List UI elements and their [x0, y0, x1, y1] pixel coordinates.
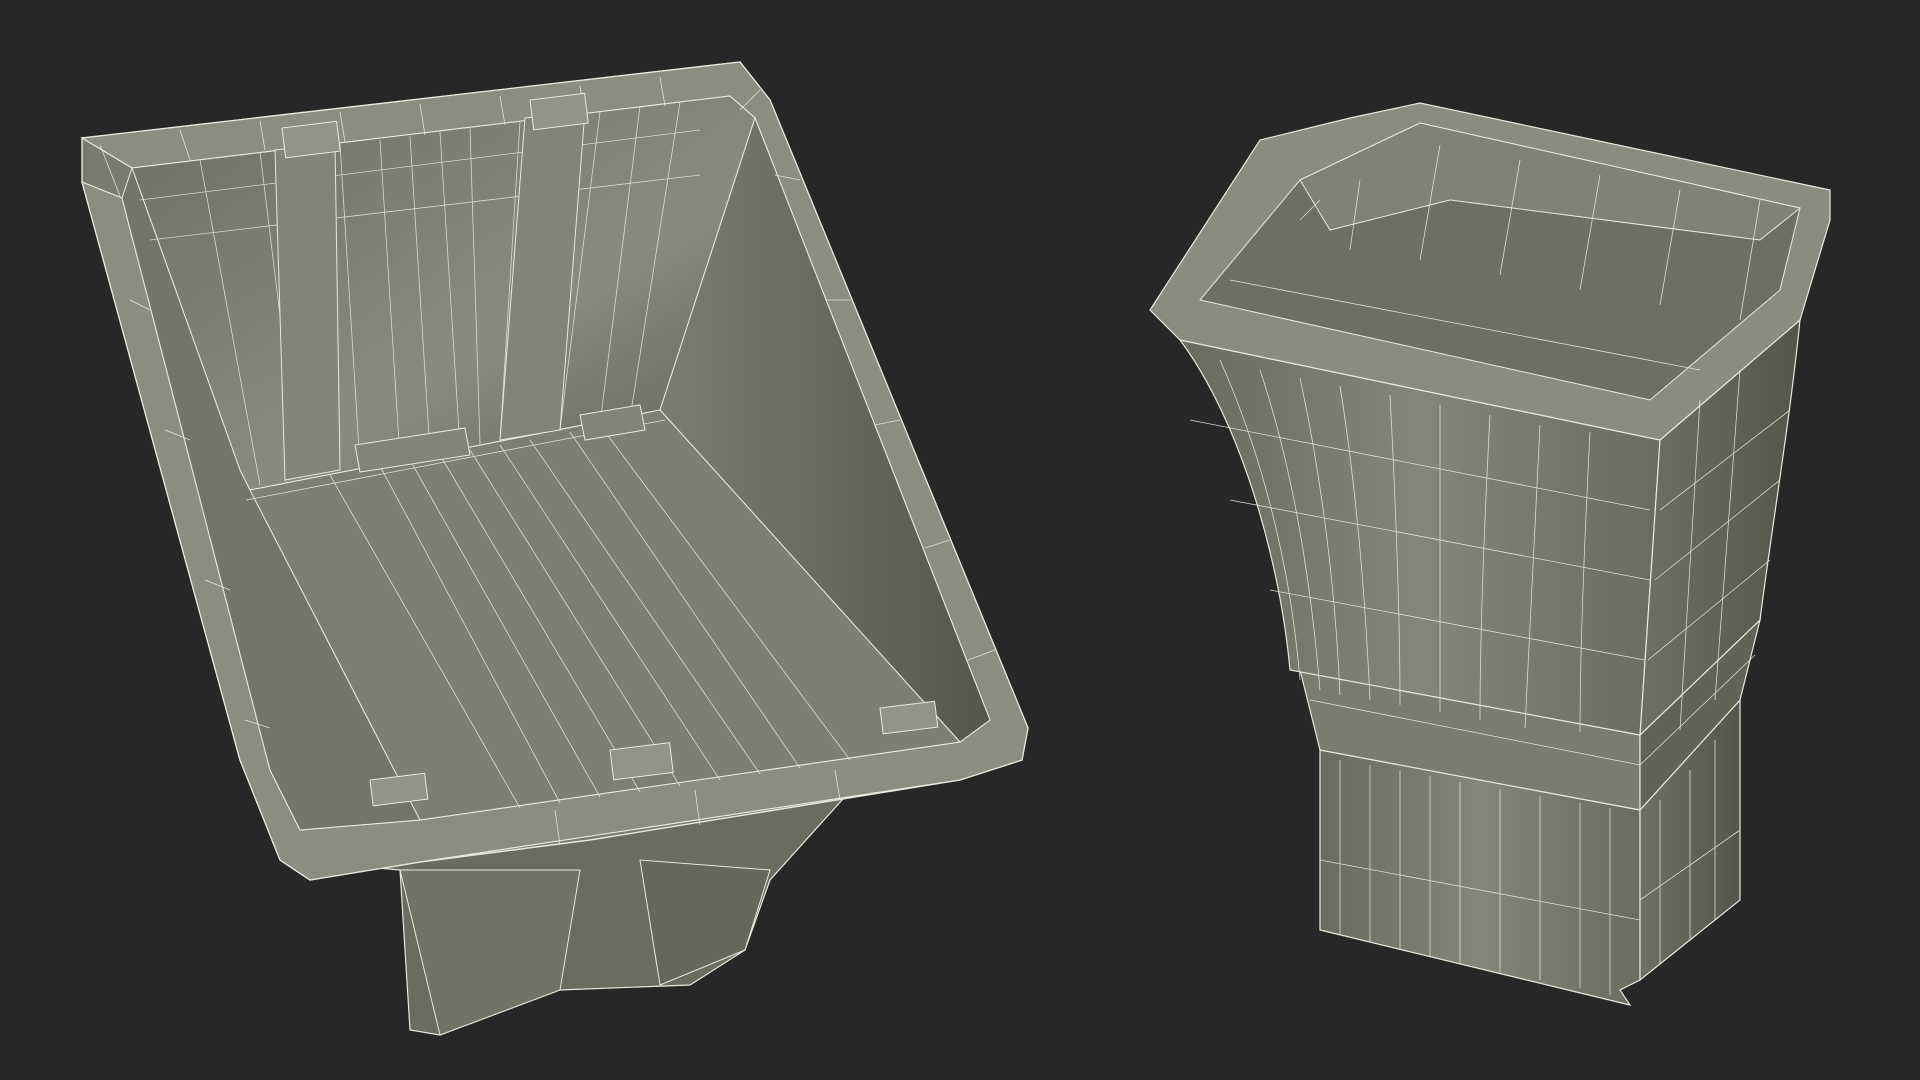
crate-model: [80, 61, 1029, 1036]
bin-model: [1149, 102, 1831, 1006]
crate-foot-right: [639, 859, 771, 986]
wireframe-scene: [80, 61, 1831, 1036]
render-viewport: [0, 0, 1920, 1080]
